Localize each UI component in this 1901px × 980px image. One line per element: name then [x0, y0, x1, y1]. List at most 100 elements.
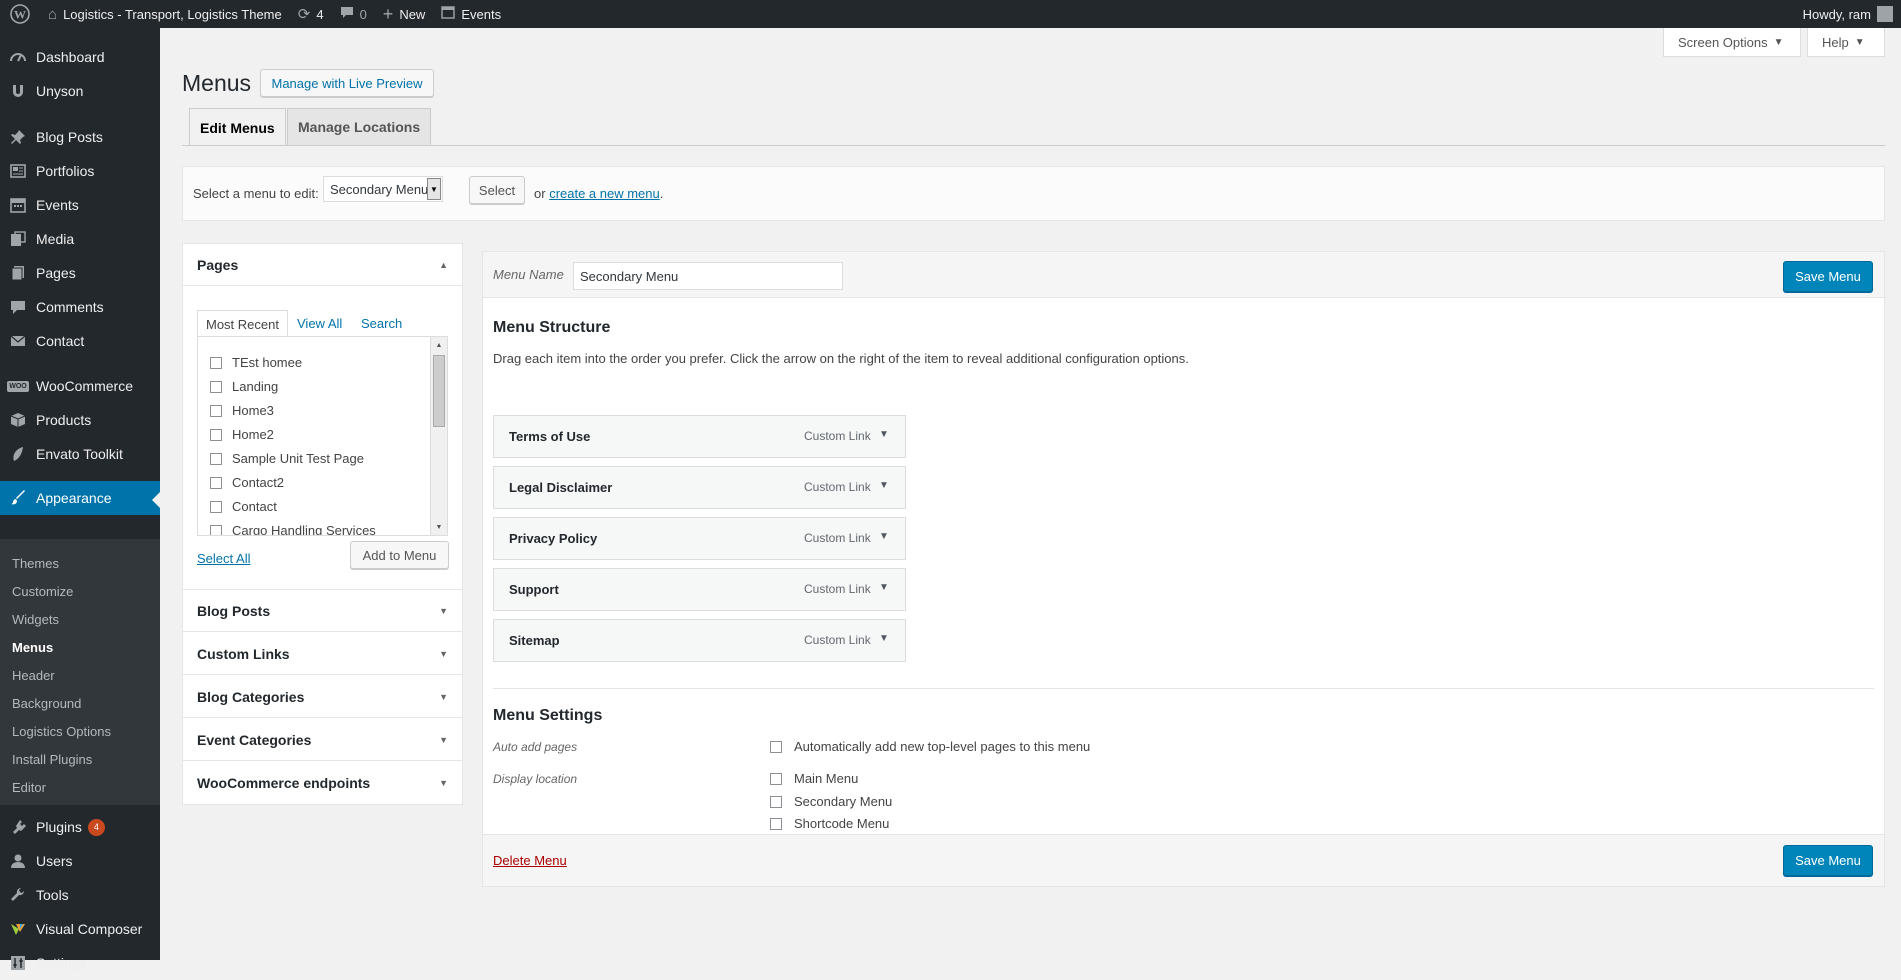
- checkbox[interactable]: [210, 428, 222, 441]
- submenu-editor[interactable]: Editor: [12, 780, 46, 795]
- expand-arrow-icon[interactable]: ▼: [879, 480, 889, 491]
- my-account[interactable]: Howdy, ram: [1803, 6, 1901, 22]
- scroll-thumb[interactable]: [433, 355, 445, 427]
- sidebar-item-contact[interactable]: Contact: [0, 324, 160, 358]
- expand-arrow-icon[interactable]: ▼: [879, 531, 889, 542]
- sidebar-item-blog-posts[interactable]: Blog Posts: [0, 120, 160, 154]
- checkbox[interactable]: [210, 500, 222, 513]
- list-scrollbar[interactable]: ▲ ▼: [430, 337, 447, 535]
- new-content-link[interactable]: + New: [375, 0, 434, 28]
- comments-link[interactable]: 0: [332, 0, 375, 28]
- list-item[interactable]: Home3: [210, 403, 274, 418]
- sidebar-item-tools[interactable]: Tools: [0, 878, 160, 912]
- help-toggle[interactable]: Help ▼: [1807, 28, 1885, 57]
- updates-link[interactable]: ⟳ 4: [290, 0, 332, 28]
- custom-links-box-header[interactable]: Custom Links ▼: [183, 633, 462, 675]
- event-categories-box-header[interactable]: Event Categories ▼: [183, 719, 462, 761]
- menu-item-entry[interactable]: Legal Disclaimer Custom Link ▼: [493, 466, 906, 509]
- save-menu-button-bottom[interactable]: Save Menu: [1783, 845, 1873, 876]
- sidebar-item-pages[interactable]: Pages: [0, 256, 160, 290]
- sidebar-item-envato-toolkit[interactable]: Envato Toolkit: [0, 437, 160, 471]
- select-menu-button[interactable]: Select: [469, 176, 525, 204]
- menu-name-input[interactable]: Secondary Menu: [573, 262, 843, 290]
- expand-arrow-icon[interactable]: ▼: [879, 633, 889, 644]
- delete-menu-link[interactable]: Delete Menu: [493, 853, 567, 868]
- list-item[interactable]: Contact2: [210, 475, 284, 490]
- sidebar-label: Comments: [36, 299, 104, 315]
- location-option-main[interactable]: Main Menu: [770, 771, 858, 786]
- site-name-link[interactable]: ⌂ Logistics - Transport, Logistics Theme: [40, 0, 290, 28]
- sidebar-item-users[interactable]: Users: [0, 844, 160, 878]
- location-option-secondary[interactable]: Secondary Menu: [770, 794, 892, 809]
- sidebar-item-events[interactable]: Events: [0, 188, 160, 222]
- checkbox[interactable]: [210, 380, 222, 393]
- list-item[interactable]: TEst homee: [210, 355, 302, 370]
- checkbox[interactable]: [210, 404, 222, 417]
- checkbox[interactable]: [210, 524, 222, 535]
- svg-text:W: W: [14, 8, 26, 22]
- save-menu-button-top[interactable]: Save Menu: [1783, 261, 1873, 292]
- location-option-shortcode[interactable]: Shortcode Menu: [770, 816, 889, 831]
- blog-posts-box-header[interactable]: Blog Posts ▼: [183, 590, 462, 632]
- checkbox[interactable]: [770, 740, 782, 753]
- scroll-up-arrow-icon[interactable]: ▲: [431, 338, 447, 352]
- woocommerce-endpoints-box-header[interactable]: WooCommerce endpoints ▼: [183, 762, 462, 804]
- tab-view-all[interactable]: View All: [297, 310, 342, 336]
- sidebar-item-plugins[interactable]: Plugins 4: [0, 810, 160, 844]
- expand-arrow-icon[interactable]: ▼: [879, 582, 889, 593]
- manage-live-preview-button[interactable]: Manage with Live Preview: [260, 69, 434, 97]
- wp-logo-button[interactable]: W: [0, 0, 40, 28]
- tab-most-recent[interactable]: Most Recent: [197, 310, 288, 337]
- list-item[interactable]: Landing: [210, 379, 278, 394]
- sidebar-item-settings[interactable]: Settings: [0, 946, 160, 980]
- tab-search[interactable]: Search: [361, 310, 402, 336]
- tab-manage-locations[interactable]: Manage Locations: [287, 108, 432, 145]
- sidebar-item-comments[interactable]: Comments: [0, 290, 160, 324]
- create-new-menu-link[interactable]: create a new menu: [549, 186, 660, 201]
- select-all-link[interactable]: Select All: [197, 551, 250, 566]
- sidebar-item-appearance[interactable]: Appearance: [0, 481, 160, 515]
- menu-item-entry[interactable]: Privacy Policy Custom Link ▼: [493, 517, 906, 560]
- submenu-install-plugins[interactable]: Install Plugins: [12, 752, 92, 767]
- pages-box-header[interactable]: Pages ▲: [183, 244, 462, 286]
- list-item[interactable]: Cargo Handling Services: [210, 523, 376, 535]
- avatar: [1877, 6, 1893, 22]
- sidebar-item-woocommerce[interactable]: WOO WooCommerce: [0, 369, 160, 403]
- submenu-widgets[interactable]: Widgets: [12, 612, 59, 627]
- checkbox[interactable]: [210, 452, 222, 465]
- blog-categories-box-header[interactable]: Blog Categories ▼: [183, 676, 462, 718]
- submenu-logistics-options[interactable]: Logistics Options: [12, 724, 111, 739]
- menu-item-entry[interactable]: Support Custom Link ▼: [493, 568, 906, 611]
- list-item[interactable]: Home2: [210, 427, 274, 442]
- sidebar-item-dashboard[interactable]: Dashboard: [0, 40, 160, 74]
- checkbox[interactable]: [770, 817, 782, 830]
- sidebar-item-products[interactable]: Products: [0, 403, 160, 437]
- sidebar-item-unyson[interactable]: Unyson: [0, 74, 160, 108]
- menu-select-dropdown[interactable]: Secondary Menu ▼: [323, 176, 443, 202]
- submenu-customize[interactable]: Customize: [12, 584, 73, 599]
- menu-item-entry[interactable]: Sitemap Custom Link ▼: [493, 619, 906, 662]
- screen-options-toggle[interactable]: Screen Options ▼: [1663, 28, 1801, 57]
- tab-edit-menus[interactable]: Edit Menus: [189, 108, 286, 146]
- submenu-themes[interactable]: Themes: [12, 556, 59, 571]
- checkbox[interactable]: [210, 476, 222, 489]
- list-item[interactable]: Contact: [210, 499, 277, 514]
- submenu-header[interactable]: Header: [12, 668, 55, 683]
- checkbox[interactable]: [770, 772, 782, 785]
- submenu-background[interactable]: Background: [12, 696, 81, 711]
- box-title: Custom Links: [197, 645, 290, 662]
- sidebar-item-visual-composer[interactable]: Visual Composer: [0, 912, 160, 946]
- list-item[interactable]: Sample Unit Test Page: [210, 451, 364, 466]
- checkbox[interactable]: [210, 356, 222, 369]
- submenu-menus[interactable]: Menus: [12, 640, 53, 655]
- main-content: Screen Options ▼ Help ▼ Menus Manage wit…: [160, 28, 1901, 960]
- auto-add-option[interactable]: Automatically add new top-level pages to…: [770, 739, 1090, 754]
- sidebar-item-portfolios[interactable]: Portfolios: [0, 154, 160, 188]
- checkbox[interactable]: [770, 795, 782, 808]
- scroll-down-arrow-icon[interactable]: ▼: [431, 520, 447, 534]
- expand-arrow-icon[interactable]: ▼: [879, 429, 889, 440]
- menu-item-entry[interactable]: Terms of Use Custom Link ▼: [493, 415, 906, 458]
- events-link[interactable]: Events: [433, 0, 509, 28]
- add-to-menu-button[interactable]: Add to Menu: [350, 541, 449, 569]
- sidebar-item-media[interactable]: Media: [0, 222, 160, 256]
